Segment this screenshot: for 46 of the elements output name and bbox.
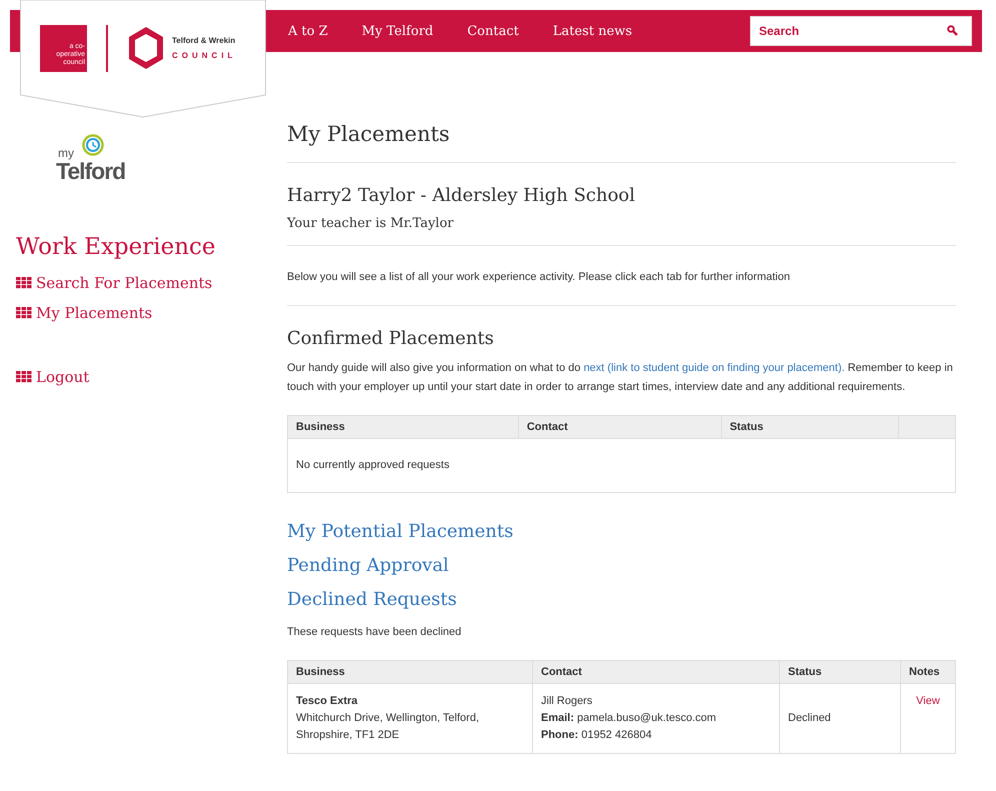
intro-text: Below you will see a list of all your work experience activity. Please click each tab for further information [287, 270, 791, 285]
contact-line: Email: pamela.buso@uk.tesco.com [541, 711, 718, 726]
grid-icon [16, 371, 32, 383]
nav-link[interactable]: A to Z [288, 24, 328, 38]
column-header: Status [721, 416, 898, 438]
nav-link[interactable]: My Telford [362, 24, 434, 38]
column-header: Status [780, 660, 900, 684]
guide-paragraph: Our handy guide will also give you information on what to do next (link to student guide on finding your placement). Remember to keep in touch with your employer up until your start date in order to arrange start times, interview date and any additional requirements. [287, 361, 954, 395]
nav-link[interactable]: Latest news [552, 24, 632, 38]
column-header: Contact [518, 416, 722, 438]
sidebar-item[interactable]: My Placements [16, 304, 152, 322]
council-name: Telford & Wrekin [172, 36, 236, 45]
page-title: My Placements [287, 122, 451, 146]
status-cell: Declined [780, 684, 900, 754]
sidebar-item[interactable]: Logout [16, 334, 90, 386]
nav-link[interactable]: Contact [467, 24, 519, 38]
logo-text: my [58, 146, 74, 160]
column-header: Contact [532, 660, 780, 684]
contact-line: Phone: 01952 426804 [541, 728, 653, 743]
section-link[interactable]: My Potential Placements [287, 521, 956, 542]
declined-note: These requests have been declined [287, 625, 462, 640]
guide-link[interactable]: next (link to student guide on finding your placement). [584, 362, 845, 374]
teacher-text: Your teacher is Mr.Taylor [287, 216, 455, 231]
contact-line: Jill Rogers [541, 694, 594, 709]
student-name: Harry2 Taylor - Aldersley High School [287, 185, 636, 206]
logo-text: Telford [56, 158, 126, 185]
council-word: COUNCIL [172, 51, 236, 60]
table-cell: No currently approved requests [288, 438, 956, 492]
search-field[interactable]: Search [750, 16, 972, 46]
column-header: Business [288, 416, 518, 438]
business-name: Tesco Extra [296, 694, 359, 709]
section-link[interactable]: Pending Approval [287, 555, 956, 576]
section-title: Confirmed Placements [287, 328, 495, 349]
grid-icon [16, 277, 32, 289]
search-icon[interactable] [947, 25, 958, 36]
view-link[interactable]: View [909, 693, 947, 710]
business-address: Whitchurch Drive, Wellington, Telford, Shropshire, TF1 2DE [296, 711, 480, 743]
grid-icon [16, 307, 32, 319]
column-header [898, 416, 956, 438]
section-link[interactable]: Declined Requests [287, 589, 956, 610]
column-header: Notes [900, 660, 956, 684]
sidebar-item[interactable]: Search For Placements [16, 274, 212, 292]
divider-line-icon [106, 25, 108, 72]
column-header: Business [288, 660, 532, 684]
sidebar-title: Work Experience [16, 234, 217, 260]
clock-icon [82, 134, 104, 156]
